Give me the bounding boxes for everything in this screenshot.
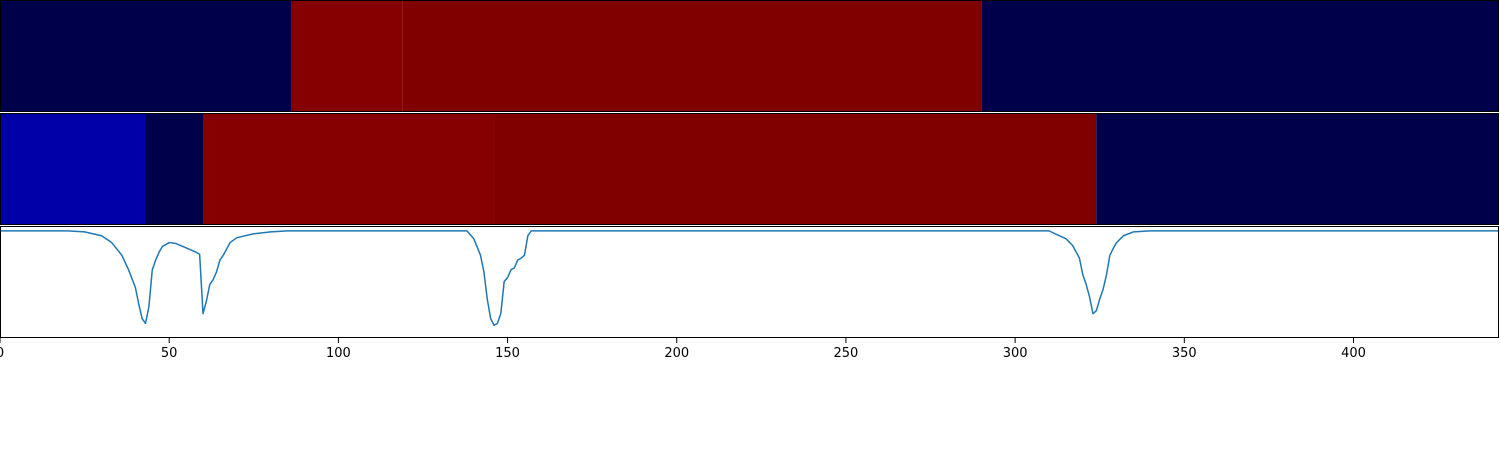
segment-bar-top bbox=[0, 0, 1499, 112]
segment-2-5 bbox=[1096, 113, 1499, 225]
segment-2-1 bbox=[0, 113, 146, 225]
x-tick-label: 400 bbox=[1341, 346, 1366, 361]
x-tick-label: 100 bbox=[326, 346, 351, 361]
x-tick-label: 250 bbox=[834, 346, 859, 361]
segment-2-4 bbox=[494, 113, 1097, 225]
x-tick-label: 0 bbox=[0, 346, 4, 361]
chart-figure: 0 50 100 150 200 250 300 350 400 bbox=[0, 0, 1499, 361]
segment-2-2 bbox=[145, 113, 204, 225]
x-tick-label: 350 bbox=[1172, 346, 1197, 361]
segment-1-4 bbox=[981, 0, 1499, 112]
x-axis: 0 50 100 150 200 250 300 350 400 bbox=[0, 338, 1366, 361]
x-tick-label: 150 bbox=[495, 346, 520, 361]
x-tick-label: 300 bbox=[1003, 346, 1028, 361]
segment-1-3 bbox=[402, 0, 982, 112]
segment-bar-middle bbox=[0, 113, 1499, 225]
segment-1-1 bbox=[0, 0, 292, 112]
plot-area bbox=[0, 226, 1499, 338]
segment-2-3 bbox=[203, 113, 495, 225]
x-tick-label: 50 bbox=[161, 346, 178, 361]
x-tick-label: 200 bbox=[664, 346, 689, 361]
segment-1-2 bbox=[291, 0, 403, 112]
